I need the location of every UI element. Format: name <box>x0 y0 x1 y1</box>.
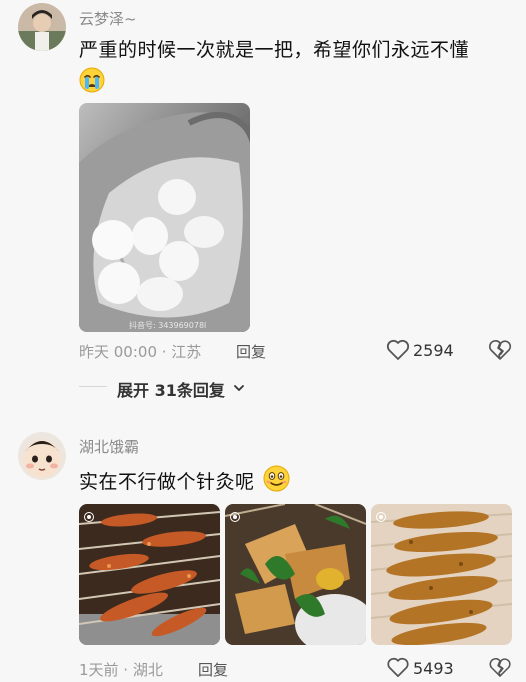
like-count: 5493 <box>413 659 454 678</box>
comment-photo[interactable]: 抖音号: 343969078l <box>79 103 250 332</box>
comment-time-location: 昨天 00:00 · 江苏 <box>79 343 202 361</box>
expand-replies-button[interactable]: 展开 31条回复 <box>117 377 225 401</box>
heart-icon[interactable] <box>386 657 410 682</box>
live-photo-icon <box>83 508 95 527</box>
comment-time-location: 1天前 · 湖北 <box>79 661 163 679</box>
comment-photo[interactable] <box>225 504 366 645</box>
heart-icon[interactable] <box>386 339 410 365</box>
comment-text: 实在不行做个针灸呢 <box>79 471 255 493</box>
broken-heart-icon[interactable] <box>488 657 512 682</box>
like-count: 2594 <box>413 341 454 360</box>
photo-watermark: 抖音号: 343969078l <box>129 321 207 330</box>
broken-heart-icon[interactable] <box>488 339 512 365</box>
comment-username[interactable]: 湖北饿霸 <box>79 436 139 457</box>
chevron-down-icon[interactable] <box>232 380 246 399</box>
reply-button[interactable]: 回复 <box>198 659 228 680</box>
smiling-emoji-icon <box>263 465 290 496</box>
live-photo-icon <box>229 508 241 527</box>
comment-text: 严重的时候一次就是一把，希望你们永远不懂 <box>79 39 470 61</box>
live-photo-icon <box>375 508 387 527</box>
reply-button[interactable]: 回复 <box>236 341 266 362</box>
crying-emoji-icon <box>79 67 105 97</box>
comment-photo[interactable] <box>79 504 220 645</box>
expand-divider <box>79 386 107 387</box>
avatar[interactable] <box>18 432 66 480</box>
comment-username[interactable]: 云梦泽~ <box>79 8 137 29</box>
avatar[interactable] <box>18 3 66 51</box>
comment-photo[interactable] <box>371 504 512 645</box>
